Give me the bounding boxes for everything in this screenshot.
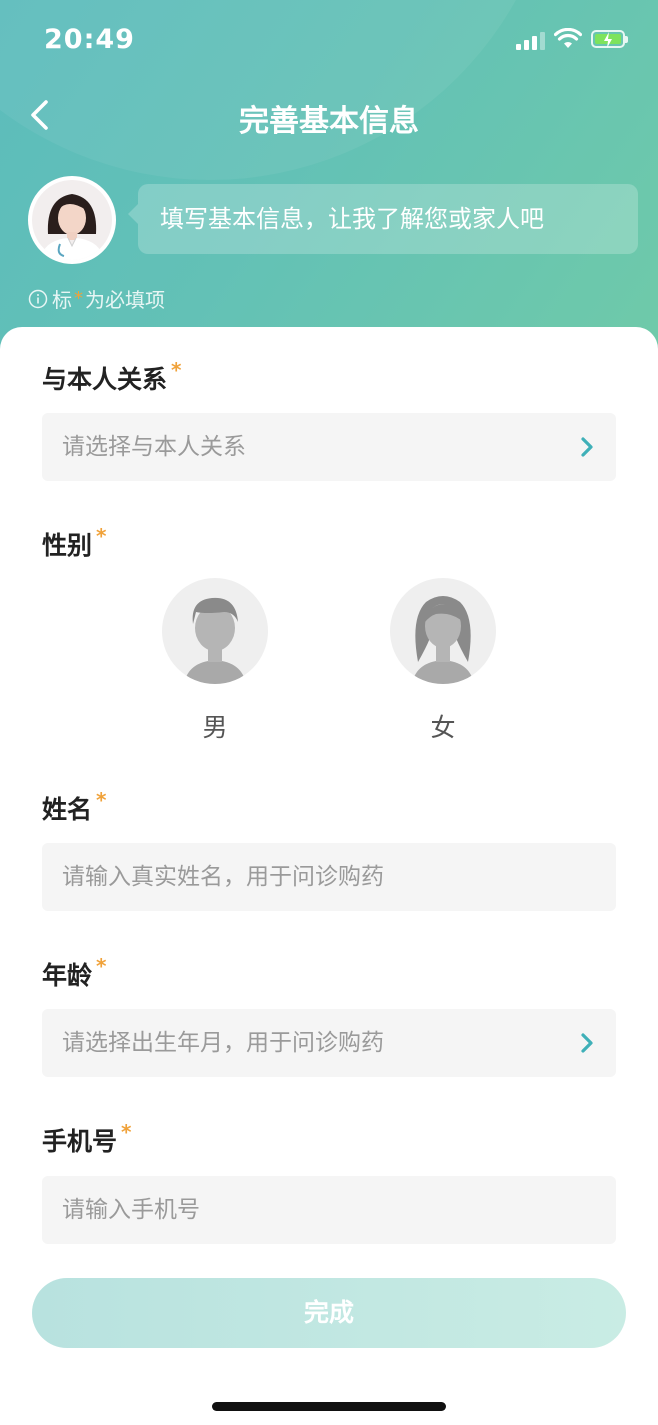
age-label-text: 年龄 <box>42 961 93 990</box>
info-icon <box>28 289 48 308</box>
status-bar: 20:49 <box>0 0 658 80</box>
doctor-avatar <box>28 176 116 264</box>
page-title: 完善基本信息 <box>239 104 419 139</box>
required-mark: * <box>96 954 107 978</box>
required-mark: * <box>96 788 107 812</box>
status-time: 20:49 <box>44 24 135 55</box>
cellular-signal-icon <box>516 32 546 50</box>
required-mark: * <box>171 358 182 382</box>
hint-suffix: 为必填项 <box>85 288 165 312</box>
relation-label-text: 与本人关系 <box>42 365 168 394</box>
birthdate-select[interactable]: 请选择出生年月，用于问诊购药 <box>42 1009 616 1077</box>
relation-placeholder: 请选择与本人关系 <box>62 434 246 460</box>
battery-charging-icon <box>591 30 628 48</box>
male-avatar-icon <box>162 578 268 684</box>
age-placeholder: 请选择出生年月，用于问诊购药 <box>62 1030 384 1056</box>
male-label: 男 <box>202 713 228 742</box>
phone-placeholder: 请输入手机号 <box>62 1197 200 1223</box>
gender-label-text: 性别 <box>42 531 93 560</box>
phone-label: 手机号 * <box>42 1120 132 1158</box>
assistant-message-bubble: 填写基本信息，让我了解您或家人吧 <box>128 184 638 254</box>
hint-prefix: 标 <box>52 288 72 312</box>
phone-label-text: 手机号 <box>42 1127 118 1156</box>
gender-option-female[interactable]: 女 <box>390 578 496 744</box>
female-avatar-icon <box>390 578 496 684</box>
required-hint: 标 * 为必填项 <box>28 284 165 313</box>
age-label: 年龄 * <box>42 954 107 992</box>
name-input[interactable]: 请输入真实姓名，用于问诊购药 <box>42 843 616 911</box>
done-button[interactable]: 完成 <box>32 1278 626 1348</box>
home-indicator <box>212 1402 446 1411</box>
phone-input[interactable]: 请输入手机号 <box>42 1176 616 1244</box>
female-label: 女 <box>430 713 456 742</box>
required-mark: * <box>74 288 83 309</box>
relation-label: 与本人关系 * <box>42 358 182 396</box>
name-placeholder: 请输入真实姓名，用于问诊购药 <box>62 864 384 890</box>
gender-label: 性别 * <box>42 524 107 562</box>
name-label-text: 姓名 <box>42 795 93 824</box>
gender-option-male[interactable]: 男 <box>162 578 268 744</box>
required-mark: * <box>121 1120 132 1144</box>
name-label: 姓名 * <box>42 788 107 826</box>
relation-select[interactable]: 请选择与本人关系 <box>42 413 616 481</box>
chevron-right-icon <box>581 437 593 457</box>
wifi-icon <box>554 28 582 48</box>
required-mark: * <box>96 524 107 548</box>
chevron-right-icon <box>581 1033 593 1053</box>
